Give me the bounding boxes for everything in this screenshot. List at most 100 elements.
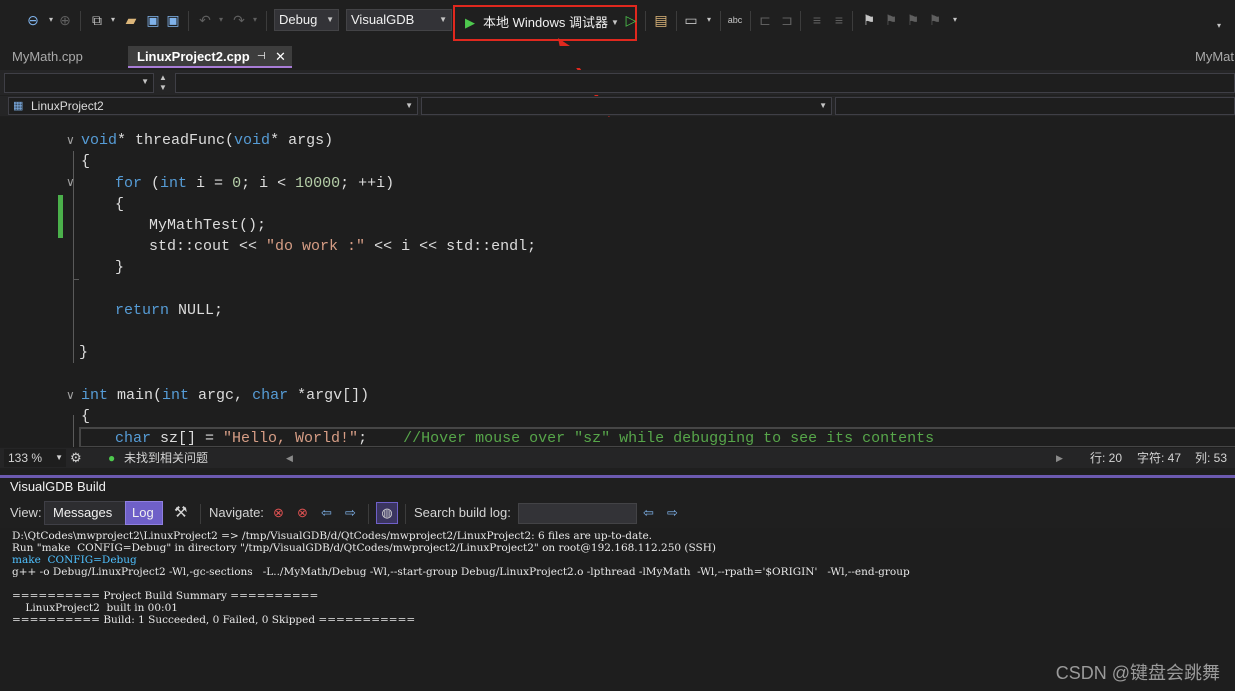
- log-line: D:\QtCodes\mwproject2\LinuxProject2 => /…: [12, 530, 653, 542]
- build-panel-title: VisualGDB Build: [0, 478, 1235, 496]
- prev-error-icon[interactable]: ⊗: [273, 498, 284, 528]
- save-all-icon[interactable]: ▣: [164, 10, 182, 30]
- log-line: ========== Build: 1 Succeeded, 0 Failed,…: [12, 614, 416, 626]
- open-folder-icon[interactable]: ▰: [122, 10, 140, 30]
- chevron-down-icon: ▼: [439, 15, 447, 24]
- chevron-down-icon: ▼: [55, 453, 63, 462]
- chevron-down-icon: ▼: [611, 18, 619, 27]
- tab-mymath-cpp[interactable]: MyMath.cpp: [0, 46, 125, 68]
- fold-icon[interactable]: ∨: [66, 133, 75, 147]
- align-left-icon[interactable]: ⊏: [756, 10, 774, 30]
- log-line: Run "make CONFIG=Debug" in directory "/t…: [12, 542, 716, 554]
- zoom-dropdown[interactable]: 133 % ▼: [4, 449, 66, 467]
- code-line: return NULL;: [115, 302, 224, 319]
- tab-label: MyMat: [1195, 49, 1234, 64]
- configuration-value: Debug: [279, 12, 318, 27]
- wrench-icon[interactable]: ⚒: [174, 498, 187, 528]
- search-next-icon[interactable]: ⇨: [667, 498, 678, 528]
- platform-dropdown[interactable]: VisualGDB ▼: [346, 9, 452, 31]
- spin-buttons[interactable]: ▲ ▼: [156, 73, 170, 93]
- uncomment-icon[interactable]: ≡: [830, 10, 848, 30]
- document-tab-bar: MyMath.cpp LinuxProject2.cpp ⊣ ✕ MyMat: [0, 46, 1235, 68]
- scope-dropdown[interactable]: ▼: [4, 73, 154, 93]
- close-icon[interactable]: ✕: [275, 46, 286, 68]
- tab-mymath-h[interactable]: MyMat: [1187, 46, 1235, 68]
- log-line: g++ -o Debug/LinuxProject2 -Wl,-gc-secti…: [12, 566, 910, 578]
- watermark: CSDN @键盘会跳舞: [1055, 663, 1220, 683]
- forward-icon[interactable]: ⊕: [56, 10, 74, 30]
- project-dropdown[interactable]: ▦ LinuxProject2 ▼: [8, 97, 418, 115]
- next-error-icon[interactable]: ⊗: [297, 498, 308, 528]
- log-button[interactable]: Log: [125, 501, 163, 525]
- check-circle-icon: ●: [108, 451, 116, 465]
- new-dropdown-icon[interactable]: ▾: [104, 10, 122, 30]
- search-prev-icon[interactable]: ⇦: [643, 498, 654, 528]
- log-line: make CONFIG=Debug: [12, 554, 137, 566]
- code-navigation-bar: ▦ LinuxProject2 ▼ ▼: [0, 96, 1235, 116]
- toolbar-options-icon[interactable]: ▾: [1210, 16, 1228, 36]
- configuration-dropdown[interactable]: Debug ▼: [274, 9, 339, 31]
- member-dropdown[interactable]: [175, 73, 1235, 93]
- line-indicator[interactable]: 行: 20: [1090, 448, 1122, 468]
- play-icon: ▶: [465, 15, 475, 30]
- chevron-down-icon: ▼: [141, 77, 149, 86]
- editor-status-bar: 133 % ▼ ⚙ ● 未找到相关问题 ◀ ▶ 行: 20 字符: 47 列: …: [0, 448, 1235, 468]
- code-line: {: [81, 408, 91, 425]
- code-line: }: [79, 344, 89, 361]
- prev-message-icon[interactable]: ⇦: [321, 498, 332, 528]
- code-editor[interactable]: ∨ void* threadFunc(void* args) { ∨ for (…: [0, 117, 1235, 447]
- log-line: LinuxProject2 built in 00:01: [12, 602, 178, 614]
- next-bookmark-icon[interactable]: ⚑: [904, 10, 922, 30]
- align-icon[interactable]: ⊐: [778, 10, 796, 30]
- chevron-down-icon: ▼: [819, 101, 827, 110]
- tab-label: LinuxProject2.cpp: [137, 49, 250, 64]
- project-icon: ▦: [13, 100, 24, 112]
- back-icon[interactable]: ⊖: [24, 10, 42, 30]
- tab-linuxproject2-cpp[interactable]: LinuxProject2.cpp ⊣ ✕: [128, 46, 292, 68]
- fold-icon[interactable]: ∨: [66, 175, 75, 189]
- navigation-bar: ▼ ▲ ▼: [0, 70, 1235, 95]
- function-selector[interactable]: [835, 97, 1235, 115]
- scroll-right-icon[interactable]: ▶: [1056, 448, 1063, 468]
- log-line: ========== Project Build Summary =======…: [12, 590, 319, 602]
- search-build-log-input[interactable]: [518, 503, 637, 524]
- intellicode-icon[interactable]: ⚙: [70, 448, 82, 468]
- build-log-output[interactable]: D:\QtCodes\mwproject2\LinuxProject2 => /…: [0, 528, 1235, 691]
- build-panel-toolbar: View: Messages Log ⚒ Navigate: ⊗ ⊗ ⇦ ⇨ ◍…: [0, 498, 1235, 528]
- indent-guide: [73, 415, 74, 447]
- browse-folder-icon[interactable]: ▤: [652, 10, 670, 30]
- code-line: void* threadFunc(void* args): [81, 132, 334, 149]
- scope-selector[interactable]: ▼: [421, 97, 832, 115]
- save-icon[interactable]: ▣: [144, 10, 162, 30]
- zoom-value: 133 %: [8, 451, 43, 465]
- code-line: int main(int argc, char *argv[]): [81, 387, 370, 404]
- code-line: MyMathTest();: [149, 217, 267, 234]
- toolbar-overflow-icon[interactable]: ▾: [946, 10, 964, 30]
- search-label: Search build log:: [414, 505, 511, 520]
- start-debugger-label: 本地 Windows 调试器: [483, 15, 608, 30]
- issues-status[interactable]: 未找到相关问题: [124, 448, 208, 468]
- indent-guide: [73, 279, 79, 280]
- redo-dropdown-icon[interactable]: ▾: [246, 10, 264, 30]
- clear-bookmarks-icon[interactable]: ⚑: [926, 10, 944, 30]
- layout-dropdown-icon[interactable]: ▾: [700, 10, 718, 30]
- code-line: {: [81, 153, 91, 170]
- start-without-debugging-icon[interactable]: ▷: [622, 10, 640, 30]
- code-line: for (int i = 0; i < 10000; ++i): [115, 175, 395, 192]
- spellcheck-icon[interactable]: abc: [726, 10, 744, 30]
- prev-bookmark-icon[interactable]: ⚑: [882, 10, 900, 30]
- comment-icon[interactable]: ≡: [808, 10, 826, 30]
- window-layout-icon[interactable]: ▭: [682, 10, 700, 30]
- pin-icon[interactable]: ⊣: [257, 46, 266, 68]
- fold-icon[interactable]: ∨: [66, 388, 75, 402]
- bookmark-icon[interactable]: ⚑: [860, 10, 878, 30]
- scroll-left-icon[interactable]: ◀: [286, 448, 293, 468]
- undo-dropdown-icon[interactable]: ▾: [212, 10, 230, 30]
- palette-icon[interactable]: ◍: [376, 502, 398, 524]
- char-indicator[interactable]: 字符: 47: [1137, 448, 1181, 468]
- column-indicator[interactable]: 列: 53: [1195, 448, 1227, 468]
- messages-button[interactable]: Messages: [44, 501, 126, 525]
- next-message-icon[interactable]: ⇨: [345, 498, 356, 528]
- chevron-down-icon: ▼: [405, 101, 413, 110]
- code-line: char sz[] = "Hello, World!"; //Hover mou…: [115, 430, 935, 447]
